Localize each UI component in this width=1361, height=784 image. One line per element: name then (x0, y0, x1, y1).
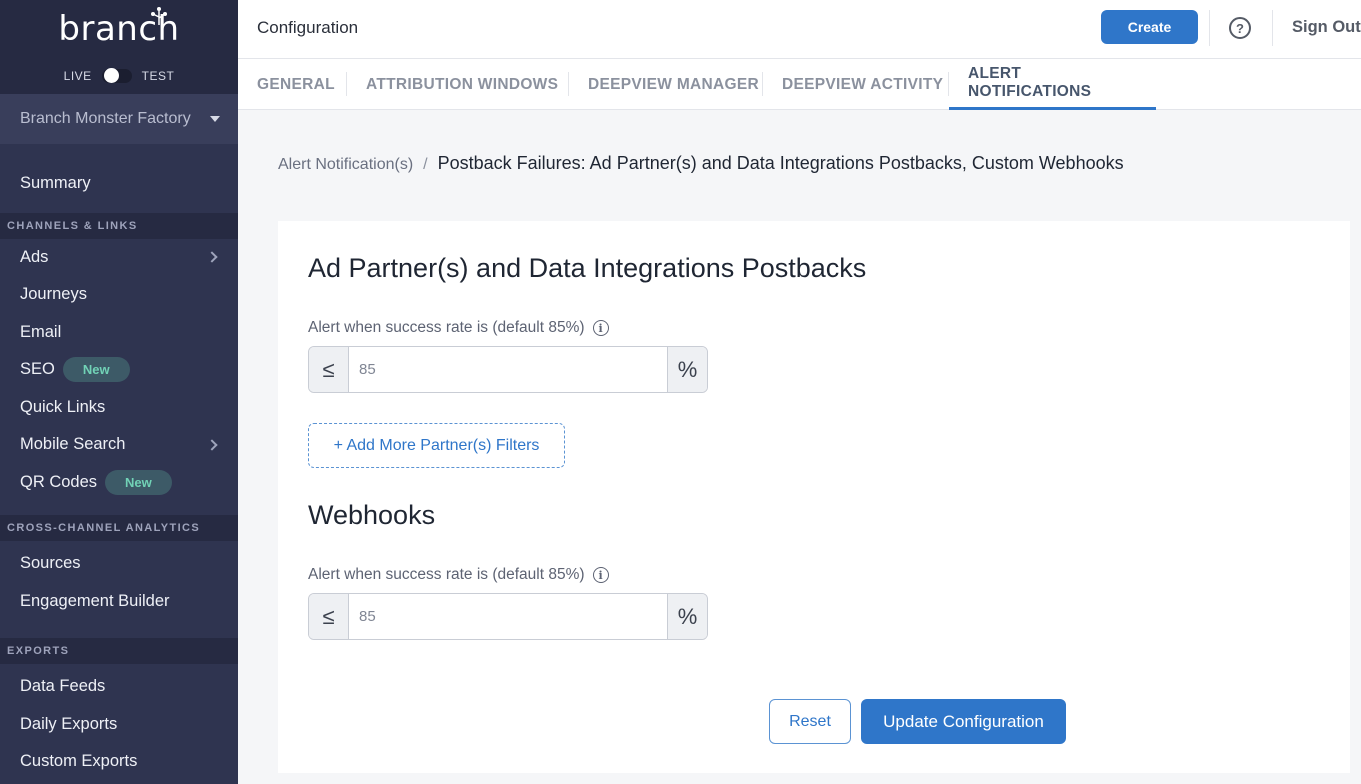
webhooks-threshold-label: Alert when success rate is (default 85%)… (308, 566, 609, 584)
tab-separator (346, 72, 347, 96)
percent-icon: % (667, 594, 707, 639)
live-test-toggle[interactable] (101, 68, 132, 83)
sidebar-item-label: Journeys (20, 285, 87, 304)
sidebar-item-seo[interactable]: SEO New (0, 351, 238, 389)
tab-general[interactable]: GENERAL (257, 59, 335, 110)
partners-section-title: Ad Partner(s) and Data Integrations Post… (308, 253, 867, 283)
webhooks-section-title: Webhooks (308, 500, 436, 530)
test-label: TEST (141, 69, 175, 83)
sidebar-item-label: Custom Exports (20, 752, 138, 771)
less-than-or-equal-icon: ≤ (309, 594, 349, 639)
new-badge: New (62, 357, 130, 383)
sidebar-item-data-feeds[interactable]: Data Feeds (0, 668, 238, 706)
environment-switch: LIVE TEST (0, 58, 238, 94)
add-partner-filters-button[interactable]: + Add More Partner(s) Filters (308, 423, 565, 468)
info-icon[interactable]: i (592, 320, 609, 336)
sidebar-item-quick-links[interactable]: Quick Links (0, 389, 238, 427)
sidebar-item-label: Ads (20, 247, 49, 266)
sidebar-item-label: Mobile Search (20, 435, 126, 454)
sidebar-item-label: Engagement Builder (20, 591, 170, 610)
sidebar-item-label: Quick Links (20, 397, 106, 416)
live-label: LIVE (63, 69, 92, 83)
logo-area: branch (0, 0, 238, 58)
branch-sprout-icon (151, 7, 167, 25)
alert-config-card: Ad Partner(s) and Data Integrations Post… (278, 221, 1350, 773)
sidebar-item-label: Sources (20, 554, 81, 573)
percent-icon: % (667, 347, 707, 392)
chevron-right-icon (206, 251, 218, 263)
tab-deepview-activity[interactable]: DEEPVIEW ACTIVITY (782, 59, 943, 110)
field-label-text: Alert when success rate is (default 85%) (308, 566, 585, 583)
sidebar: branch LIVE TEST Branch Monster Factory … (0, 0, 238, 784)
partners-threshold-input[interactable] (349, 347, 667, 392)
less-than-or-equal-icon: ≤ (309, 347, 349, 392)
create-button[interactable]: Create (1101, 10, 1198, 44)
sidebar-item-engagement-builder[interactable]: Engagement Builder (0, 583, 238, 621)
sidebar-item-sources[interactable]: Sources (0, 545, 238, 583)
section-header-exports: EXPORTS (0, 638, 238, 664)
chevron-right-icon (206, 439, 218, 451)
field-label-text: Alert when success rate is (default 85%) (308, 319, 585, 336)
info-icon[interactable]: i (592, 567, 609, 583)
breadcrumb-parent-link[interactable]: Alert Notification(s) (278, 156, 413, 173)
sidebar-item-label: SEO (20, 360, 55, 379)
sidebar-item-qr-codes[interactable]: QR Codes New (0, 464, 238, 502)
webhooks-threshold-input-group: ≤ % (308, 593, 708, 640)
tab-separator (568, 72, 569, 96)
organization-selector[interactable]: Branch Monster Factory (0, 94, 238, 144)
sign-out-link[interactable]: Sign Out (1292, 18, 1361, 37)
divider (1272, 10, 1273, 46)
breadcrumb-current: Postback Failures: Ad Partner(s) and Dat… (437, 153, 1124, 173)
update-configuration-button[interactable]: Update Configuration (861, 699, 1066, 744)
organization-name: Branch Monster Factory (20, 110, 191, 127)
tab-alert-notifications[interactable]: ALERT NOTIFICATIONS (949, 59, 1156, 110)
section-header-analytics: CROSS-CHANNEL ANALYTICS (0, 515, 238, 541)
tab-separator (762, 72, 763, 96)
reset-button[interactable]: Reset (769, 699, 851, 744)
new-badge: New (105, 469, 172, 495)
partners-threshold-input-group: ≤ % (308, 346, 708, 393)
sidebar-item-label: QR Codes (20, 472, 98, 491)
sidebar-item-summary[interactable]: Summary (0, 165, 238, 203)
sidebar-item-custom-exports[interactable]: Custom Exports (0, 743, 238, 781)
sidebar-item-label: Daily Exports (20, 714, 118, 733)
breadcrumb: Alert Notification(s) / Postback Failures:… (278, 153, 1124, 174)
sidebar-item-ads[interactable]: Ads (0, 239, 238, 277)
sidebar-item-daily-exports[interactable]: Daily Exports (0, 706, 238, 744)
help-icon[interactable]: ? (1229, 17, 1251, 39)
tab-bar: GENERAL ATTRIBUTION WINDOWS DEEPVIEW MAN… (238, 59, 1361, 110)
sidebar-item-label: Email (20, 322, 62, 341)
section-header-channels: CHANNELS & LINKS (0, 212, 238, 239)
top-bar: Configuration Create ? Sign Out (238, 0, 1361, 59)
tab-deepview-manager[interactable]: DEEPVIEW MANAGER (588, 59, 759, 110)
partners-threshold-label: Alert when success rate is (default 85%)… (308, 319, 609, 337)
sidebar-item-label: Summary (20, 174, 91, 193)
sidebar-item-email[interactable]: Email (0, 314, 238, 352)
sidebar-item-mobile-search[interactable]: Mobile Search (0, 426, 238, 464)
sidebar-item-label: Data Feeds (20, 677, 106, 696)
sidebar-item-journeys[interactable]: Journeys (0, 276, 238, 314)
breadcrumb-separator: / (423, 156, 428, 173)
caret-down-icon (210, 116, 220, 122)
divider (1209, 10, 1210, 46)
webhooks-threshold-input[interactable] (349, 594, 667, 639)
page-title: Configuration (257, 18, 359, 37)
tab-attribution-windows[interactable]: ATTRIBUTION WINDOWS (366, 59, 558, 110)
